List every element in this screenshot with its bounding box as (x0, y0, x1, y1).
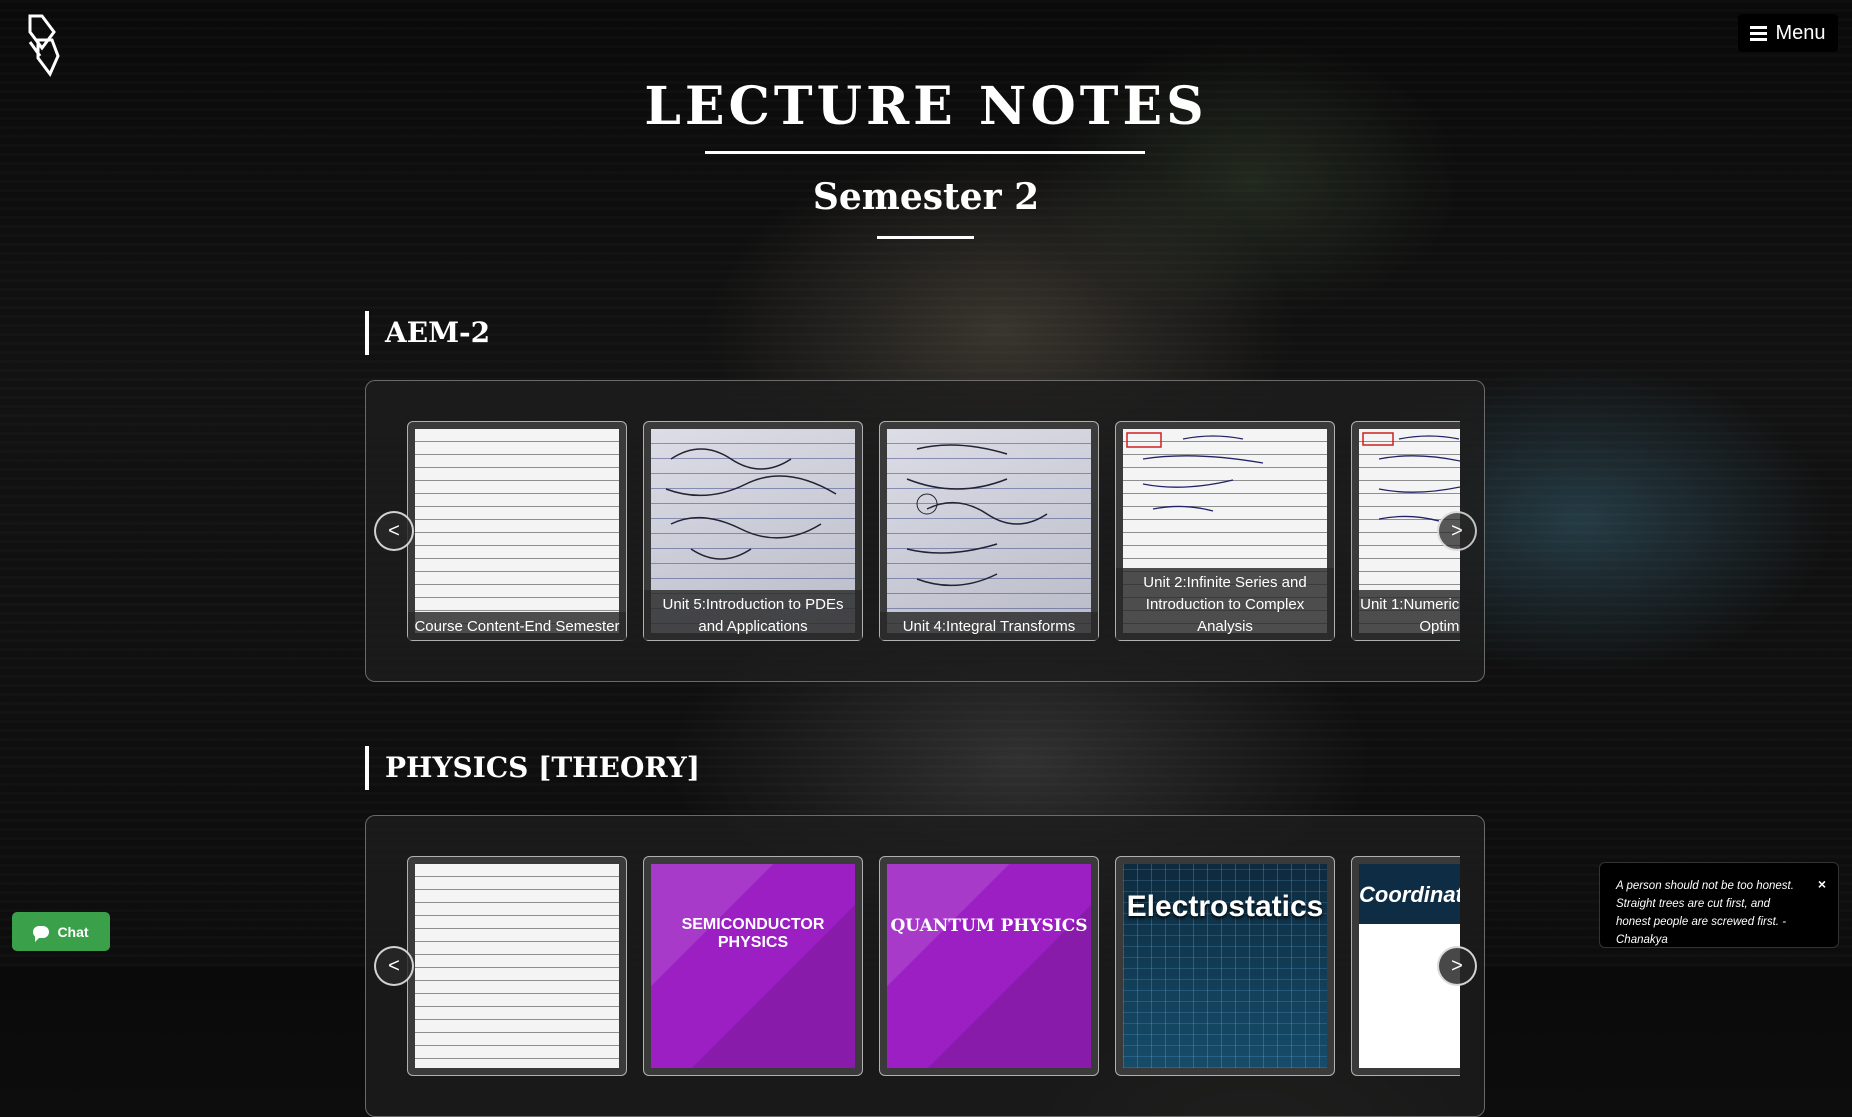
note-thumbnail (415, 864, 619, 1068)
note-card[interactable]: Course Content-End Semester (407, 421, 627, 641)
carousel-next-button[interactable]: > (1437, 511, 1477, 551)
section-heading-aem2: AEM-2 (365, 311, 865, 355)
carousel-prev-button[interactable]: < (374, 511, 414, 551)
thumbnail-title: Electrostatics (1126, 890, 1324, 923)
subtitle-underline (877, 236, 974, 239)
note-caption: Unit 1:Numerical Methods and Optimizatio… (1352, 590, 1460, 640)
thumbnail-title: Coordinat (1359, 882, 1460, 907)
section-heading-physics: PHYSICS [THEORY] (365, 746, 865, 790)
hamburger-icon (1750, 25, 1768, 41)
note-caption: Unit 4:Integral Transforms (880, 612, 1098, 640)
page-subtitle: Semester 2 (812, 176, 1040, 218)
note-card[interactable] (407, 856, 627, 1076)
thumbnail-title: SEMICONDUCTOR PHYSICS (681, 916, 825, 951)
note-caption: Unit 2:Infinite Series and Introduction … (1116, 568, 1334, 640)
note-card[interactable]: Unit 4:Integral Transforms (879, 421, 1099, 641)
carousel-physics: < > SEMICONDUCTOR PHYSICS QUANTUM PHYSIC… (365, 815, 1485, 1117)
chat-button[interactable]: Chat (12, 912, 110, 951)
note-thumbnail (887, 429, 1091, 633)
quote-text: A person should not be too honest. Strai… (1616, 880, 1794, 946)
note-card[interactable]: QUANTUM PHYSICS (879, 856, 1099, 1076)
close-icon[interactable]: × (1818, 875, 1826, 893)
note-caption: Unit 5:Introduction to PDEs and Applicat… (644, 590, 862, 640)
carousel-track: Course Content-End Semester Unit 5:Intro… (407, 421, 1460, 643)
title-underline (705, 151, 1145, 154)
note-card[interactable]: Unit 5:Introduction to PDEs and Applicat… (643, 421, 863, 641)
quote-popup: A person should not be too honest. Strai… (1599, 862, 1839, 948)
note-thumbnail: Electrostatics (1123, 864, 1327, 1068)
carousel-track: SEMICONDUCTOR PHYSICS QUANTUM PHYSICS El… (407, 856, 1460, 1078)
page-title: LECTURE NOTES (644, 76, 1208, 137)
note-card[interactable]: Unit 2:Infinite Series and Introduction … (1115, 421, 1335, 641)
carousel-aem2: < > Course Content-End Semester Unit 5:I… (365, 380, 1485, 682)
chat-label: Chat (57, 923, 89, 940)
note-thumbnail (415, 429, 619, 633)
note-card[interactable]: Electrostatics (1115, 856, 1335, 1076)
chat-bubble-icon (33, 925, 50, 942)
site-logo[interactable] (24, 12, 64, 78)
carousel-prev-button[interactable]: < (374, 946, 414, 986)
note-thumbnail: QUANTUM PHYSICS (887, 864, 1091, 1068)
thumbnail-title: QUANTUM PHYSICS (890, 916, 1088, 936)
note-thumbnail: SEMICONDUCTOR PHYSICS (651, 864, 855, 1068)
carousel-next-button[interactable]: > (1437, 946, 1477, 986)
note-caption: Course Content-End Semester (408, 612, 626, 640)
note-card[interactable]: SEMICONDUCTOR PHYSICS (643, 856, 863, 1076)
menu-button[interactable]: Menu (1738, 14, 1838, 52)
menu-label: Menu (1775, 21, 1826, 44)
